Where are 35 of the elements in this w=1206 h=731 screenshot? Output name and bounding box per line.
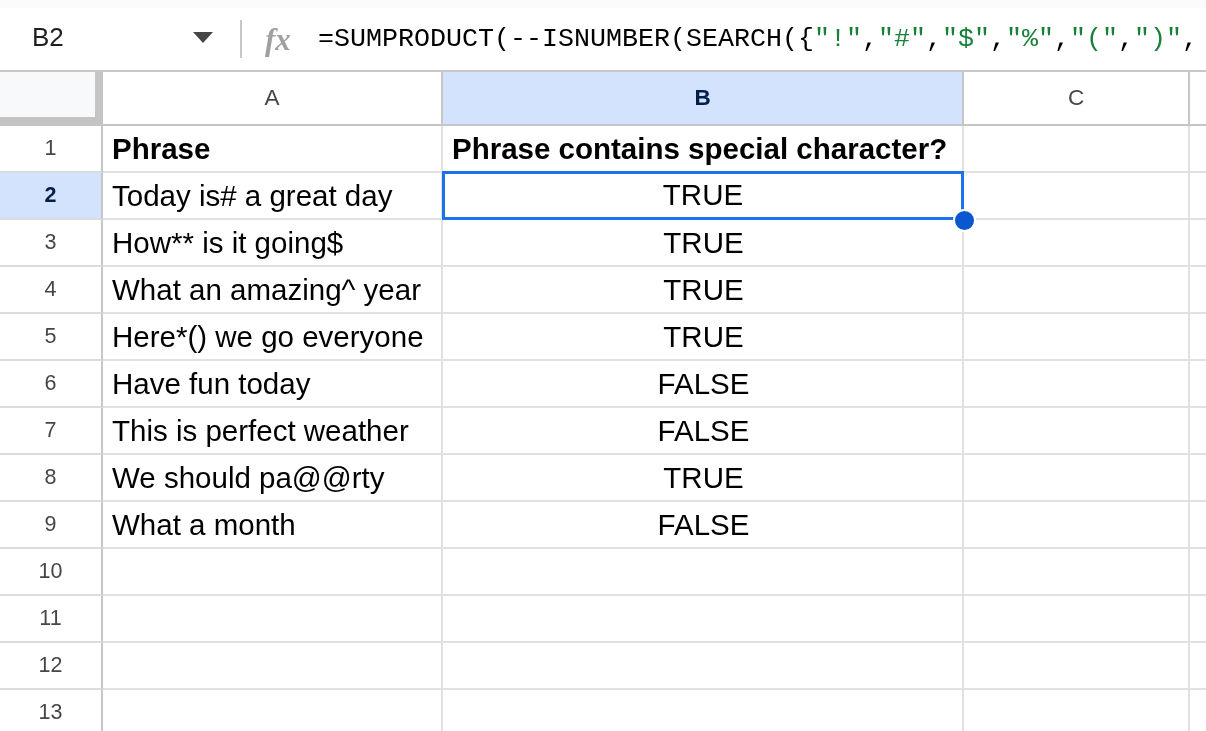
table-cell[interactable]: What a month	[103, 502, 443, 549]
table-cell[interactable]: FALSE	[443, 361, 964, 408]
row-header[interactable]: 4	[0, 267, 103, 314]
table-cell[interactable]: What an amazing^ year	[103, 267, 443, 314]
table-cell[interactable]: Here*() we go everyone	[103, 314, 443, 361]
row-header[interactable]: 9	[0, 502, 103, 549]
row-header[interactable]: 3	[0, 220, 103, 267]
table-cell[interactable]: We should pa@@rty	[103, 455, 443, 502]
table-cell[interactable]: FALSE	[443, 408, 964, 455]
header-cell[interactable]: Phrase contains special character?	[443, 126, 964, 173]
fx-label: fx	[265, 23, 292, 55]
table-cell[interactable]: Today is# a great day	[103, 173, 443, 220]
row-header[interactable]: 10	[0, 549, 103, 596]
row-header[interactable]: 7	[0, 408, 103, 455]
row-header[interactable]: 6	[0, 361, 103, 408]
row-header[interactable]: 13	[0, 690, 103, 731]
table-cell[interactable]: Have fun today	[103, 361, 443, 408]
row-header[interactable]: 8	[0, 455, 103, 502]
table-cell[interactable]: This is perfect weather	[103, 408, 443, 455]
name-box[interactable]: B2	[20, 17, 225, 61]
caret-icon	[193, 32, 213, 43]
table-cell[interactable]: How** is it going$	[103, 220, 443, 267]
row-header[interactable]: 2	[0, 173, 103, 220]
formula-field[interactable]: =SUMPRODUCT(--ISNUMBER(SEARCH({"!","#","$","%","(",")",	[318, 24, 1198, 54]
table-cell[interactable]: TRUE	[443, 267, 964, 314]
row-header[interactable]: 5	[0, 314, 103, 361]
table-cell[interactable]: TRUE	[442, 171, 964, 220]
table-cell[interactable]: TRUE	[443, 220, 964, 267]
row-header[interactable]: 11	[0, 596, 103, 643]
table-cell[interactable]: TRUE	[443, 455, 964, 502]
table-cell[interactable]: FALSE	[443, 502, 964, 549]
header-cell[interactable]: Phrase	[103, 126, 443, 173]
column-header[interactable]: B	[443, 72, 964, 126]
row-header[interactable]: 12	[0, 643, 103, 690]
table-cell[interactable]: TRUE	[443, 314, 964, 361]
